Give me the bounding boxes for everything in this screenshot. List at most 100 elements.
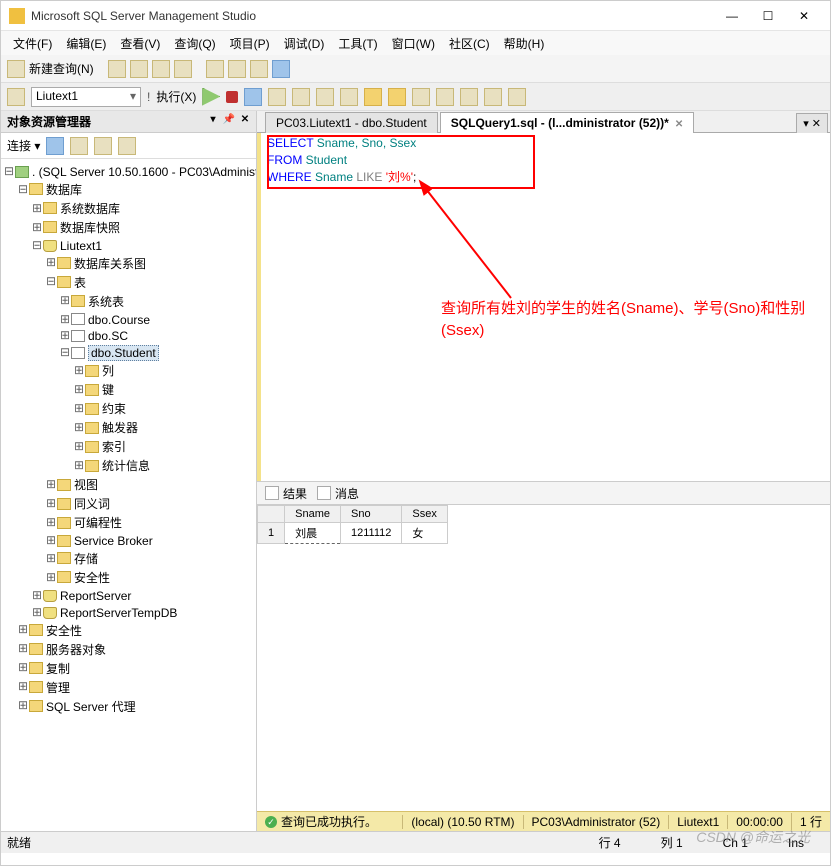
status-ch: Ch 1: [703, 836, 768, 850]
tree-server[interactable]: . (SQL Server 10.50.1600 - PC03\Administ: [32, 165, 256, 179]
tree-userdb[interactable]: Liutext1: [60, 239, 102, 253]
tree-servicebroker[interactable]: Service Broker: [74, 534, 153, 548]
tree-snapshots[interactable]: 数据库快照: [60, 221, 120, 235]
cell-ssex[interactable]: 女: [402, 523, 447, 544]
tool-icon[interactable]: [272, 60, 290, 78]
open-icon[interactable]: [206, 60, 224, 78]
tree-management[interactable]: 管理: [46, 681, 70, 695]
parse-icon[interactable]: [244, 88, 262, 106]
tab-overflow-icon[interactable]: ▾ ✕: [796, 113, 828, 133]
tab-sqlquery1[interactable]: SQLQuery1.sql - (l...dministrator (52))*…: [440, 112, 694, 133]
tree-table-sc[interactable]: dbo.SC: [88, 329, 128, 343]
tool-icon[interactable]: [508, 88, 526, 106]
sql-literal: '刘%': [386, 170, 413, 184]
tree-diagrams[interactable]: 数据库关系图: [74, 257, 146, 271]
disconnect-icon[interactable]: [70, 137, 88, 155]
results-tab[interactable]: 结果: [265, 485, 307, 502]
tree-security2[interactable]: 安全性: [46, 624, 82, 638]
tree-table-student[interactable]: dbo.Student: [88, 345, 159, 361]
tree-constraints[interactable]: 约束: [102, 402, 126, 416]
tree-table-course[interactable]: dbo.Course: [88, 312, 150, 326]
tool-icon[interactable]: [108, 60, 126, 78]
main-area: 对象资源管理器 ▾ 📌 ✕ 连接 ▾ ⊟. (SQL Server 10.50.…: [1, 111, 830, 831]
tool-icon[interactable]: [340, 88, 358, 106]
col-sname[interactable]: Sname: [285, 506, 341, 523]
tool-icon[interactable]: [436, 88, 454, 106]
col-sno[interactable]: Sno: [340, 506, 401, 523]
messages-tab[interactable]: 消息: [317, 485, 359, 502]
menu-community[interactable]: 社区(C): [443, 33, 496, 54]
menu-edit[interactable]: 编辑(E): [60, 33, 112, 54]
maximize-button[interactable]: ☐: [750, 5, 786, 27]
tree-indexes[interactable]: 索引: [102, 440, 126, 454]
menubar: 文件(F) 编辑(E) 查看(V) 查询(Q) 项目(P) 调试(D) 工具(T…: [1, 31, 830, 55]
indent-icon[interactable]: [460, 88, 478, 106]
tree-triggers[interactable]: 触发器: [102, 421, 138, 435]
sql-kw: SELECT: [267, 136, 313, 150]
stop-icon[interactable]: [226, 91, 238, 103]
menu-project[interactable]: 项目(P): [224, 33, 276, 54]
tree-reportserver[interactable]: ReportServer: [60, 589, 131, 603]
tree-programmability[interactable]: 可编程性: [74, 516, 122, 530]
tool-icon[interactable]: [292, 88, 310, 106]
tree-columns[interactable]: 列: [102, 364, 114, 378]
tree-systables[interactable]: 系统表: [88, 295, 124, 309]
save-icon[interactable]: [228, 60, 246, 78]
database-selector[interactable]: Liutext1: [31, 87, 141, 107]
tree-keys[interactable]: 键: [102, 383, 114, 397]
cell-sname[interactable]: 刘晨: [285, 523, 341, 544]
close-button[interactable]: ✕: [786, 5, 822, 27]
tree-serverobjects[interactable]: 服务器对象: [46, 643, 106, 657]
tab-close-icon[interactable]: ✕: [675, 119, 683, 130]
panel-pin-icon[interactable]: 📌: [222, 114, 236, 128]
tree-agent[interactable]: SQL Server 代理: [46, 700, 136, 714]
tree-reportservertmp[interactable]: ReportServerTempDB: [60, 606, 177, 620]
menu-debug[interactable]: 调试(D): [278, 33, 331, 54]
new-query-icon[interactable]: [7, 60, 25, 78]
connect-button[interactable]: 连接 ▾: [7, 137, 40, 154]
tree-views[interactable]: 视图: [74, 478, 98, 492]
tree-sysdb[interactable]: 系统数据库: [60, 202, 120, 216]
object-explorer-title: 对象资源管理器: [7, 113, 91, 130]
menu-window[interactable]: 窗口(W): [386, 33, 441, 54]
cell-sno[interactable]: 1211112: [340, 523, 401, 544]
col-ssex[interactable]: Ssex: [402, 506, 447, 523]
object-tree[interactable]: ⊟. (SQL Server 10.50.1600 - PC03\Adminis…: [1, 159, 256, 831]
outdent-icon[interactable]: [484, 88, 502, 106]
results-grid[interactable]: SnameSnoSsex 1刘晨1211112女: [257, 505, 830, 544]
sql-editor[interactable]: SELECT Sname, Sno, Ssex FROM Student WHE…: [257, 133, 830, 481]
tree-tables[interactable]: 表: [74, 276, 86, 290]
tree-security[interactable]: 安全性: [74, 571, 110, 585]
panel-dropdown-icon[interactable]: ▾: [206, 114, 220, 128]
tree-storage[interactable]: 存储: [74, 552, 98, 566]
new-query-button[interactable]: 新建查询(N): [29, 60, 94, 77]
tab-table-student[interactable]: PC03.Liutext1 - dbo.Student: [265, 112, 438, 133]
tool-icon[interactable]: [152, 60, 170, 78]
save-all-icon[interactable]: [250, 60, 268, 78]
filter-icon[interactable]: [94, 137, 112, 155]
tool-icon[interactable]: [130, 60, 148, 78]
connect-icon[interactable]: [46, 137, 64, 155]
menu-query[interactable]: 查询(Q): [168, 33, 221, 54]
tree-replication[interactable]: 复制: [46, 662, 70, 676]
minimize-button[interactable]: —: [714, 5, 750, 27]
tool-icon[interactable]: [364, 88, 382, 106]
sql-cols: Sname, Sno, Ssex: [313, 136, 416, 150]
tree-stats[interactable]: 统计信息: [102, 459, 150, 473]
result-row[interactable]: 1刘晨1211112女: [258, 523, 448, 544]
tree-databases[interactable]: 数据库: [46, 183, 82, 197]
tool-icon[interactable]: [174, 60, 192, 78]
run-icon[interactable]: [202, 88, 220, 106]
panel-close-icon[interactable]: ✕: [238, 114, 252, 128]
menu-file[interactable]: 文件(F): [7, 33, 58, 54]
menu-view[interactable]: 查看(V): [114, 33, 166, 54]
execute-button[interactable]: 执行(X): [156, 88, 196, 105]
tree-synonyms[interactable]: 同义词: [74, 497, 110, 511]
menu-tools[interactable]: 工具(T): [332, 33, 383, 54]
refresh-icon[interactable]: [118, 137, 136, 155]
tool-icon[interactable]: [268, 88, 286, 106]
tool-icon[interactable]: [412, 88, 430, 106]
menu-help[interactable]: 帮助(H): [498, 33, 551, 54]
tool-icon[interactable]: [316, 88, 334, 106]
tool-icon[interactable]: [388, 88, 406, 106]
